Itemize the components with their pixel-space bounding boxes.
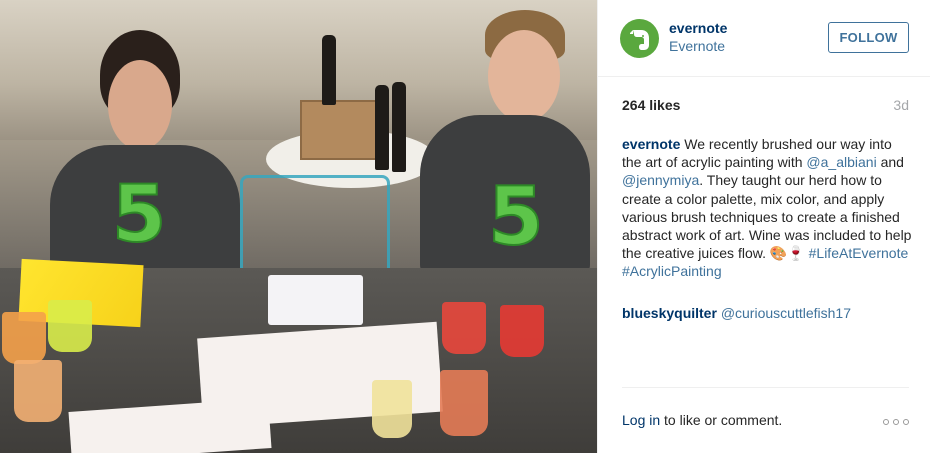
photo-water-cup bbox=[440, 370, 488, 436]
post-stats: 264 likes 3d bbox=[622, 97, 909, 117]
header-full-name[interactable]: Evernote bbox=[669, 38, 725, 54]
evernote-elephant-icon bbox=[629, 29, 649, 50]
caption-username[interactable]: evernote bbox=[622, 136, 680, 152]
caption-hashtag[interactable]: #LifeAtEvernote bbox=[809, 245, 909, 261]
login-link[interactable]: Log in bbox=[622, 412, 660, 428]
post-comment: blueskyquilter @curiouscuttlefish17 bbox=[622, 304, 912, 322]
login-suffix: to like or comment. bbox=[660, 412, 783, 428]
caption-hashtag[interactable]: #AcrylicPainting bbox=[622, 263, 722, 279]
photo-water-cup bbox=[2, 312, 46, 364]
post-caption: evernote We recently brushed our way int… bbox=[622, 135, 912, 281]
more-options-icon[interactable] bbox=[883, 416, 909, 428]
photo-wine-bottle bbox=[322, 35, 336, 105]
caption-mention[interactable]: @jennymiya bbox=[622, 172, 699, 188]
post-photo[interactable]: 5 5 bbox=[0, 0, 597, 453]
likes-count[interactable]: 264 likes bbox=[622, 97, 680, 113]
header-username[interactable]: evernote bbox=[669, 20, 727, 36]
comment-username[interactable]: blueskyquilter bbox=[622, 305, 717, 321]
profile-avatar[interactable] bbox=[620, 19, 659, 58]
photo-water-cup bbox=[500, 305, 544, 357]
photo-blue-chair bbox=[240, 175, 390, 270]
post-timestamp[interactable]: 3d bbox=[893, 97, 909, 113]
shirt-logo-five: 5 bbox=[111, 169, 167, 261]
comment-mention[interactable]: @curiouscuttlefish17 bbox=[721, 305, 851, 321]
photo-water-cup bbox=[14, 360, 62, 422]
photo-wine-bottle bbox=[375, 85, 389, 170]
login-prompt: Log in to like or comment. bbox=[622, 412, 782, 428]
photo-water-cup bbox=[48, 300, 92, 352]
follow-button[interactable]: FOLLOW bbox=[828, 22, 909, 53]
post-footer: Log in to like or comment. bbox=[622, 387, 909, 453]
photo-wine-crate bbox=[300, 100, 380, 160]
caption-emoji: 🎨🍷 bbox=[769, 245, 805, 262]
post-header: evernote Evernote FOLLOW bbox=[598, 0, 930, 77]
post-sidebar: evernote Evernote FOLLOW 264 likes 3d ev… bbox=[597, 0, 930, 453]
caption-mention[interactable]: @a_albiani bbox=[806, 154, 876, 170]
photo-water-cup bbox=[372, 380, 412, 438]
photo-color-palette bbox=[268, 275, 363, 325]
caption-text: and bbox=[876, 154, 904, 171]
photo-water-cup bbox=[442, 302, 486, 354]
photo-wine-bottle bbox=[392, 82, 406, 172]
shirt-logo-five: 5 bbox=[487, 169, 545, 264]
